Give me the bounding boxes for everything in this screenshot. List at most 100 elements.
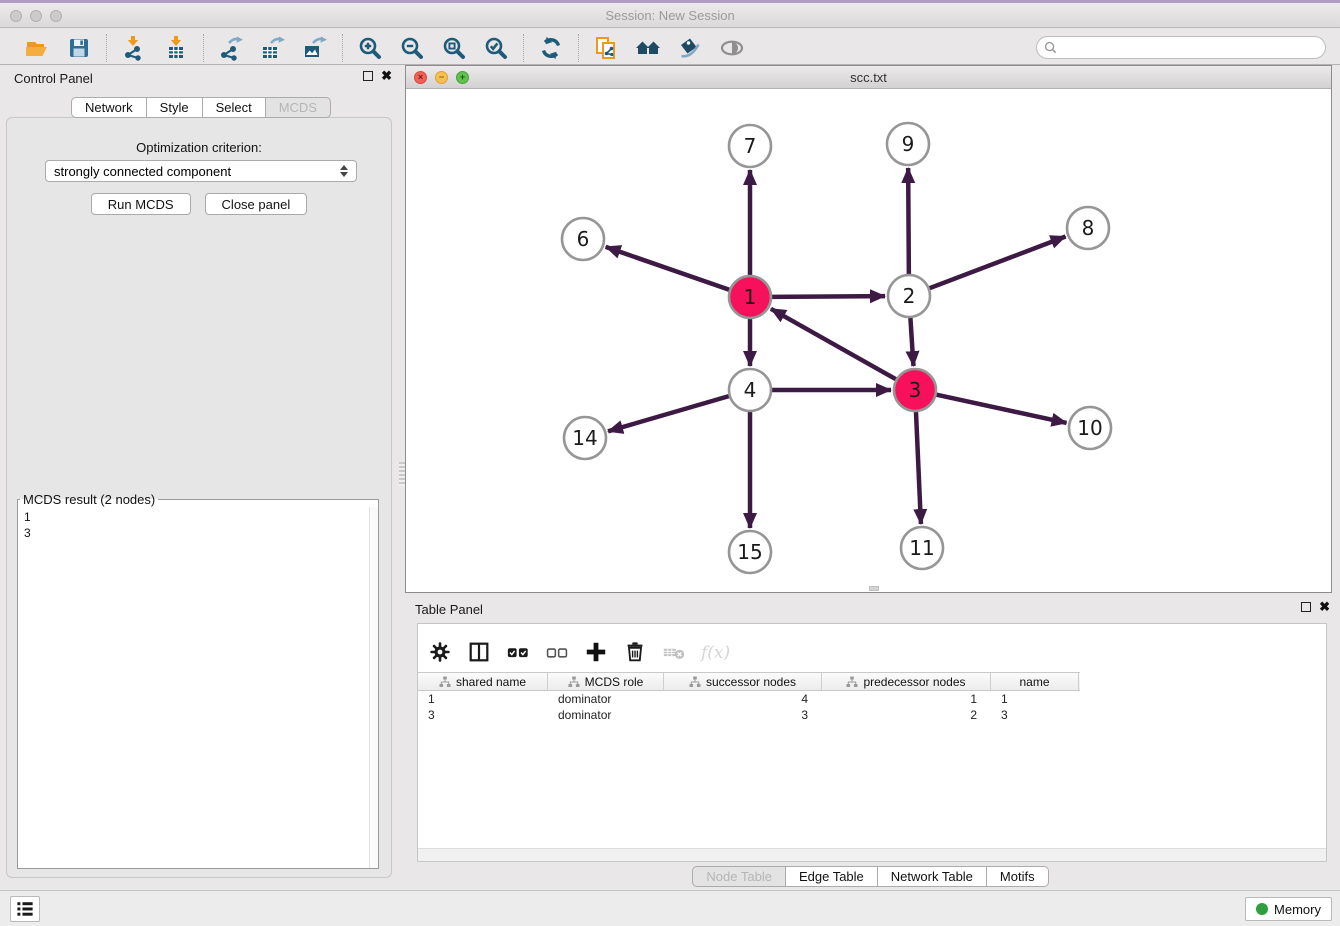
svg-text:14: 14 — [572, 426, 597, 450]
svg-text:10: 10 — [1077, 416, 1102, 440]
graph-edge-4-14[interactable] — [608, 396, 729, 431]
table-cell[interactable]: 4 — [664, 691, 822, 707]
column-header-MCDS-role[interactable]: MCDS role — [548, 673, 664, 690]
table-cell[interactable]: dominator — [548, 691, 664, 707]
column-header-shared-name[interactable]: shared name — [418, 673, 548, 690]
graph-node-14[interactable]: 14 — [564, 417, 606, 459]
hide-labels-icon[interactable] — [677, 35, 703, 61]
gear-icon[interactable] — [428, 640, 454, 666]
tab-style[interactable]: Style — [147, 97, 203, 118]
search-input[interactable] — [1036, 36, 1326, 59]
table-cell[interactable]: 3 — [418, 707, 548, 723]
unselect-all-icon[interactable] — [545, 640, 571, 666]
control-panel-title: Control Panel — [14, 71, 93, 86]
close-panel-button[interactable]: Close panel — [205, 193, 308, 215]
show-graphics-details-icon[interactable] — [719, 35, 745, 61]
table-cell[interactable]: 1 — [418, 691, 548, 707]
table-cell[interactable]: 2 — [822, 707, 991, 723]
tab-motifs[interactable]: Motifs — [987, 866, 1049, 887]
table-cell[interactable]: 3 — [664, 707, 822, 723]
view-resize-handle[interactable] — [869, 586, 879, 591]
tab-select[interactable]: Select — [203, 97, 266, 118]
tab-mcds[interactable]: MCDS — [266, 97, 331, 118]
refresh-layout-icon[interactable] — [538, 35, 564, 61]
network-canvas[interactable]: 7 9 6 8 1 2 4 3 14 10 15 11 — [406, 89, 1331, 592]
graph-edge-2-8[interactable] — [930, 237, 1066, 289]
table-cell[interactable]: 3 — [991, 707, 1079, 723]
graph-node-15[interactable]: 15 — [729, 531, 771, 573]
column-header-successor-nodes[interactable]: successor nodes — [664, 673, 822, 690]
column-header-name[interactable]: name — [991, 673, 1079, 690]
graph-node-10[interactable]: 10 — [1069, 407, 1111, 449]
graph-edge-3-11[interactable] — [916, 412, 921, 524]
column-label: shared name — [456, 675, 526, 689]
graph-node-3[interactable]: 3 — [894, 369, 936, 411]
close-table-panel-icon[interactable]: ✖ — [1319, 602, 1330, 612]
main-toolbar — [0, 31, 1340, 65]
control-panel-header: Control Panel ✖ — [4, 66, 398, 92]
graph-node-8[interactable]: 8 — [1067, 207, 1109, 249]
float-table-panel-icon[interactable] — [1301, 602, 1311, 612]
table-row[interactable]: 3dominator323 — [418, 707, 1326, 723]
tab-network-table[interactable]: Network Table — [878, 866, 987, 887]
graph-node-2[interactable]: 2 — [888, 275, 930, 317]
column-label: MCDS role — [585, 675, 644, 689]
graph-node-9[interactable]: 9 — [887, 123, 929, 165]
tab-node-table[interactable]: Node Table — [692, 866, 786, 887]
zoom-out-icon[interactable] — [399, 35, 425, 61]
import-table-icon[interactable] — [163, 35, 189, 61]
tab-edge-table[interactable]: Edge Table — [786, 866, 878, 887]
select-all-icon[interactable] — [506, 640, 532, 666]
copy-current-style-icon[interactable] — [593, 35, 619, 61]
tree-icon — [689, 676, 701, 688]
graph-edge-1-2[interactable] — [772, 296, 885, 297]
table-hscrollbar[interactable] — [418, 848, 1326, 861]
graph-edge-2-9[interactable] — [908, 168, 909, 274]
tab-network[interactable]: Network — [71, 97, 147, 118]
table-cell[interactable]: 1 — [822, 691, 991, 707]
delete-row-icon[interactable] — [623, 640, 649, 666]
add-row-icon[interactable] — [584, 640, 610, 666]
network-graph[interactable]: 7 9 6 8 1 2 4 3 14 10 15 11 — [406, 89, 1331, 592]
graph-edge-2-3[interactable] — [910, 318, 913, 366]
zoom-in-icon[interactable] — [357, 35, 383, 61]
graph-node-1[interactable]: 1 — [729, 276, 771, 318]
open-session-icon[interactable] — [24, 35, 50, 61]
column-label: successor nodes — [706, 675, 796, 689]
graph-edge-3-10[interactable] — [936, 395, 1066, 423]
table-panel: Table Panel ✖ f(x) shared name MCDS role s… — [405, 597, 1336, 889]
result-scrollbar[interactable] — [369, 507, 378, 868]
column-header-predecessor-nodes[interactable]: predecessor nodes — [822, 673, 991, 690]
graph-edge-3-1[interactable] — [771, 309, 896, 379]
control-panel: Control Panel ✖ NetworkStyleSelectMCDS O… — [4, 66, 398, 878]
task-history-button[interactable] — [10, 896, 40, 922]
column-label: predecessor nodes — [863, 675, 965, 689]
graph-node-6[interactable]: 6 — [562, 218, 604, 260]
table-panel-title: Table Panel — [415, 602, 483, 617]
split-panel-icon[interactable] — [467, 640, 493, 666]
table-row[interactable]: 1dominator411 — [418, 691, 1326, 707]
mcds-result-line: 1 — [24, 509, 362, 525]
table-cell[interactable]: 1 — [991, 691, 1079, 707]
table-toolbar: f(x) — [418, 624, 1326, 672]
graph-node-11[interactable]: 11 — [901, 527, 943, 569]
import-network-icon[interactable] — [121, 35, 147, 61]
save-session-icon[interactable] — [66, 35, 92, 61]
criterion-select[interactable]: strongly connected component — [45, 160, 357, 182]
zoom-selected-icon[interactable] — [483, 35, 509, 61]
app-title: Session: New Session — [0, 8, 1340, 23]
graph-edge-1-6[interactable] — [606, 247, 730, 290]
zoom-fit-icon[interactable] — [441, 35, 467, 61]
float-panel-icon[interactable] — [363, 71, 373, 81]
mcds-result-line: 3 — [24, 525, 362, 541]
first-neighbors-icon[interactable] — [635, 35, 661, 61]
export-image-icon[interactable] — [302, 35, 328, 61]
graph-node-7[interactable]: 7 — [729, 125, 771, 167]
close-panel-icon[interactable]: ✖ — [381, 71, 392, 81]
memory-button[interactable]: Memory — [1245, 897, 1332, 921]
graph-node-4[interactable]: 4 — [729, 369, 771, 411]
export-table-icon[interactable] — [260, 35, 286, 61]
table-cell[interactable]: dominator — [548, 707, 664, 723]
run-mcds-button[interactable]: Run MCDS — [91, 193, 191, 215]
export-network-icon[interactable] — [218, 35, 244, 61]
